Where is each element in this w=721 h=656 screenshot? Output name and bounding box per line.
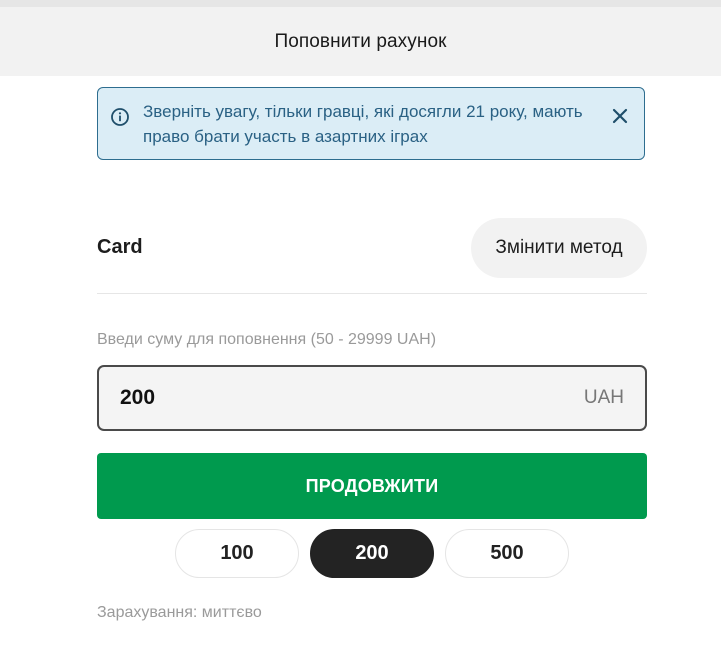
amount-input[interactable] (120, 367, 540, 429)
crediting-info: Зарахування: миттєво (97, 604, 262, 621)
info-icon (110, 107, 130, 127)
quick-amount-100[interactable]: 100 (175, 529, 299, 578)
age-notice-banner: Зверніть увагу, тільки гравці, які досяг… (97, 87, 645, 160)
amount-field-label: Введи суму для поповнення (50 - 29999 UA… (97, 331, 437, 348)
divider (97, 293, 647, 294)
top-strip (0, 0, 721, 7)
page-title: Поповнити рахунок (274, 30, 447, 52)
quick-amount-200[interactable]: 200 (310, 529, 434, 578)
page-header: Поповнити рахунок (0, 7, 721, 76)
continue-button[interactable]: ПРОДОВЖИТИ (97, 453, 647, 519)
notice-text: Зверніть увагу, тільки гравці, які досяг… (143, 102, 583, 146)
close-icon[interactable] (611, 107, 629, 125)
currency-label: UAH (583, 387, 624, 408)
amount-field[interactable]: UAH (97, 365, 647, 431)
change-method-button[interactable]: Змінити метод (471, 218, 647, 278)
quick-amount-500[interactable]: 500 (445, 529, 569, 578)
payment-method-label: Card (97, 236, 143, 258)
